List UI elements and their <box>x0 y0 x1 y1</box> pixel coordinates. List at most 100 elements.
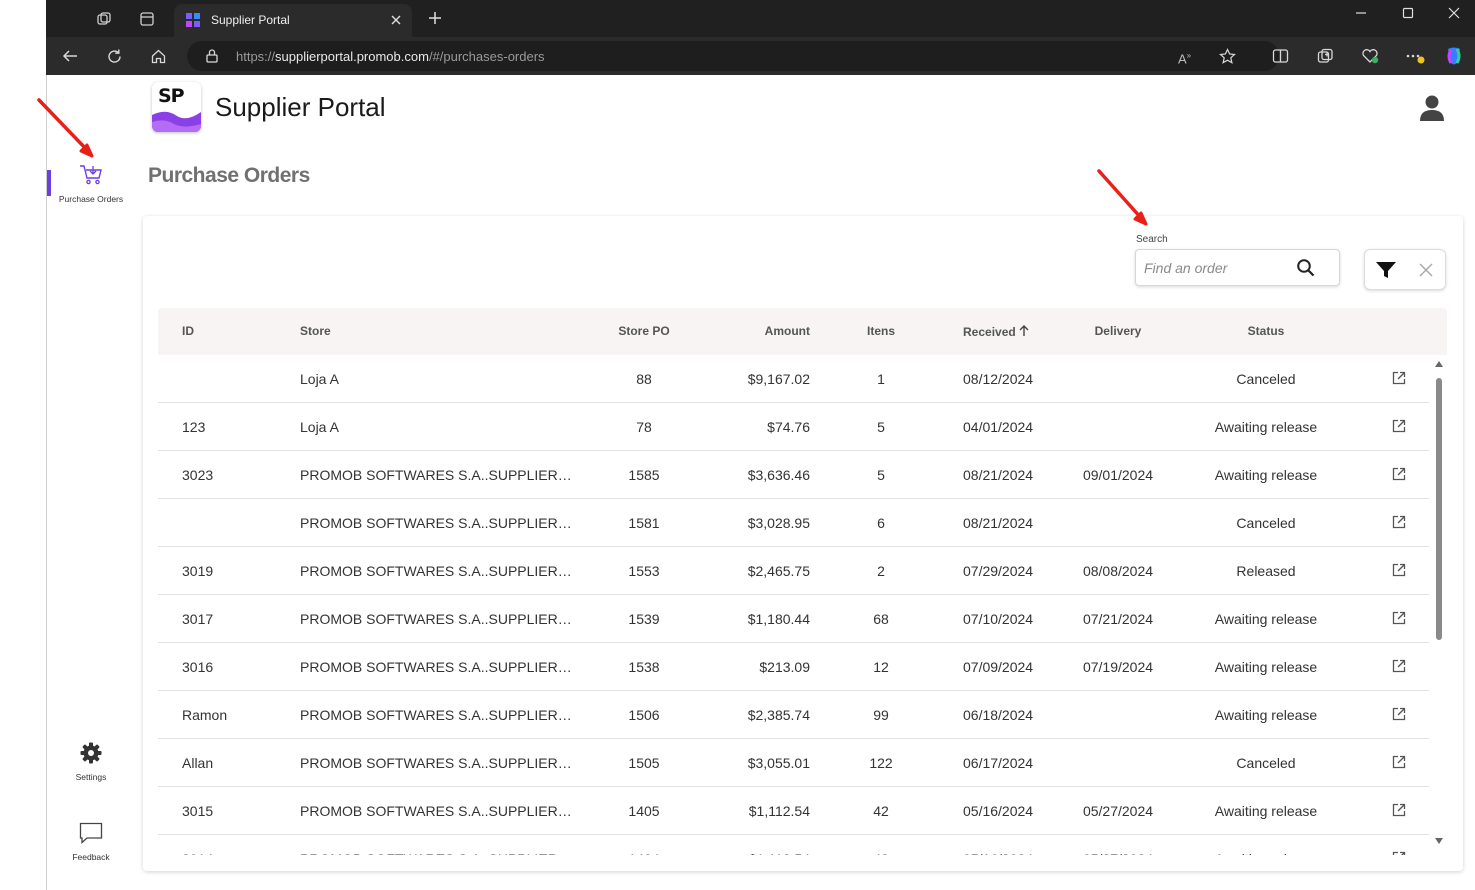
table-scrollbar[interactable] <box>1433 361 1445 851</box>
url-text[interactable]: https://supplierportal.promob.com/#/purc… <box>236 49 545 64</box>
search-icon[interactable] <box>1296 258 1316 278</box>
cell-amount: $74.76 <box>767 419 810 435</box>
cell-store-po: 1506 <box>628 707 660 723</box>
open-external-icon[interactable] <box>1391 610 1407 626</box>
minimize-icon[interactable] <box>1355 6 1367 23</box>
column-header-items[interactable]: Itens <box>841 324 921 338</box>
browser-tab-strip: Supplier Portal <box>46 0 1475 37</box>
search-input[interactable] <box>1136 250 1296 285</box>
cell-delivery: 07/21/2024 <box>1082 611 1154 627</box>
cell-items: 2 <box>877 563 885 579</box>
table-row[interactable]: 3014 PROMOB SOFTWARES S.A..SUPPLIER PO...… <box>158 835 1429 855</box>
column-header-store[interactable]: Store <box>300 324 331 338</box>
open-external-icon[interactable] <box>1391 658 1407 674</box>
tab-actions-icon[interactable] <box>139 11 155 30</box>
scroll-up-arrow[interactable] <box>1435 361 1443 367</box>
cell-delivery: 05/27/2024 <box>1063 851 1173 855</box>
column-header-status[interactable]: Status <box>1193 324 1339 338</box>
back-icon[interactable] <box>61 48 79 67</box>
sidebar-item-purchase-orders[interactable]: Purchase Orders <box>47 163 135 204</box>
table-row[interactable]: Loja A 88 $9,167.02 1 08/12/2024 Canceled <box>158 355 1429 403</box>
open-external-icon[interactable] <box>1391 706 1407 722</box>
column-header-delivery[interactable]: Delivery <box>1063 324 1173 338</box>
refresh-icon[interactable] <box>106 48 123 68</box>
cell-store-po: 1404 <box>594 851 694 855</box>
read-aloud-icon[interactable]: A» <box>1178 48 1191 67</box>
cell-store: PROMOB SOFTWARES S.A..SUPPLIER PO... <box>300 467 575 483</box>
sort-ascending-icon <box>1019 325 1029 336</box>
open-external-icon[interactable] <box>1391 514 1407 530</box>
filter-icon[interactable] <box>1375 260 1397 280</box>
cell-items: 99 <box>873 707 889 723</box>
close-tab-icon[interactable] <box>390 11 404 29</box>
cell-status: Awaiting release <box>1214 467 1318 483</box>
cell-id: Ramon <box>182 707 228 723</box>
open-external-icon[interactable] <box>1391 370 1407 386</box>
feedback-icon <box>78 822 104 849</box>
workspaces-icon[interactable] <box>96 11 112 30</box>
cell-delivery: 05/27/2024 <box>1082 803 1154 819</box>
close-window-icon[interactable] <box>1448 6 1460 23</box>
copilot-icon[interactable] <box>1443 45 1465 70</box>
cell-id: 123 <box>182 419 206 435</box>
cell-store: PROMOB SOFTWARES S.A..SUPPLIER PO... <box>300 851 575 855</box>
cell-amount: $9,167.02 <box>747 371 810 387</box>
cell-id: 3014 <box>182 851 213 855</box>
url-scheme: https:// <box>236 49 276 64</box>
split-screen-icon[interactable] <box>1272 48 1289 67</box>
sidebar-item-label: Feedback <box>72 852 110 862</box>
table-row[interactable]: 123 Loja A 78 $74.76 5 04/01/2024 Awaiting rel… <box>158 403 1429 451</box>
new-tab-icon[interactable] <box>427 10 443 29</box>
open-external-icon[interactable] <box>1391 418 1407 434</box>
table-row[interactable]: Ramon PROMOB SOFTWARES S.A..SUPPLIER PO..… <box>158 691 1429 739</box>
collections-icon[interactable] <box>1317 48 1334 67</box>
sidebar-item-feedback[interactable]: Feedback <box>47 821 135 862</box>
cell-store: Loja A <box>300 419 339 435</box>
cell-items: 122 <box>869 755 893 771</box>
user-profile-icon[interactable] <box>1417 93 1447 123</box>
column-header-id[interactable]: ID <box>182 324 194 338</box>
cell-received: 06/18/2024 <box>963 707 1034 723</box>
column-header-amount[interactable]: Amount <box>718 324 810 338</box>
cell-received: 07/29/2024 <box>963 563 1034 579</box>
cell-id: 3019 <box>182 563 214 579</box>
maximize-icon[interactable] <box>1402 6 1414 23</box>
sidebar-item-settings[interactable]: Settings <box>47 741 135 782</box>
cell-amount: $3,636.46 <box>747 467 810 483</box>
cell-store-po: 1405 <box>628 803 660 819</box>
table-row[interactable]: 3016 PROMOB SOFTWARES S.A..SUPPLIER PO...… <box>158 643 1429 691</box>
cell-received: 08/21/2024 <box>963 515 1034 531</box>
cell-store: PROMOB SOFTWARES S.A..SUPPLIER PO... <box>300 755 575 771</box>
lock-icon[interactable] <box>205 48 219 67</box>
more-options-icon[interactable] <box>1405 48 1425 67</box>
column-header-store-po[interactable]: Store PO <box>594 324 694 338</box>
cell-store: PROMOB SOFTWARES S.A..SUPPLIER PO... <box>300 707 575 723</box>
table-row[interactable]: PROMOB SOFTWARES S.A..SUPPLIER PO... 1581… <box>158 499 1429 547</box>
browser-toolbar: https://supplierportal.promob.com/#/purc… <box>46 37 1475 75</box>
column-header-received-label: Received <box>963 325 1016 339</box>
table-row[interactable]: 3017 PROMOB SOFTWARES S.A..SUPPLIER PO...… <box>158 595 1429 643</box>
cell-received: 08/21/2024 <box>963 467 1034 483</box>
clear-filter-icon[interactable] <box>1417 261 1435 279</box>
open-external-icon[interactable] <box>1391 754 1407 770</box>
open-external-icon[interactable] <box>1391 466 1407 482</box>
cell-amount: $3,055.01 <box>747 755 810 771</box>
address-bar[interactable]: https://supplierportal.promob.com/#/purc… <box>187 41 1279 71</box>
table-row[interactable]: Allan PROMOB SOFTWARES S.A..SUPPLIER PO..… <box>158 739 1429 787</box>
browser-essentials-icon[interactable] <box>1361 48 1379 67</box>
table-row[interactable]: 3015 PROMOB SOFTWARES S.A..SUPPLIER PO...… <box>158 787 1429 835</box>
column-header-received[interactable]: Received <box>963 324 1030 339</box>
table-row[interactable]: 3023 PROMOB SOFTWARES S.A..SUPPLIER PO...… <box>158 451 1429 499</box>
open-external-icon[interactable] <box>1391 802 1407 818</box>
browser-tab-active[interactable]: Supplier Portal <box>174 4 412 37</box>
scroll-down-arrow[interactable] <box>1435 838 1443 844</box>
scrollbar-thumb[interactable] <box>1436 378 1442 640</box>
app-logo[interactable]: SP <box>152 82 201 132</box>
home-icon[interactable] <box>150 48 167 68</box>
open-external-icon[interactable] <box>1391 850 1407 855</box>
favorite-star-icon[interactable] <box>1219 48 1236 68</box>
cell-id: 3015 <box>182 803 214 819</box>
portal-favicon-icon <box>185 12 201 28</box>
table-row[interactable]: 3019 PROMOB SOFTWARES S.A..SUPPLIER PO...… <box>158 547 1429 595</box>
open-external-icon[interactable] <box>1391 562 1407 578</box>
